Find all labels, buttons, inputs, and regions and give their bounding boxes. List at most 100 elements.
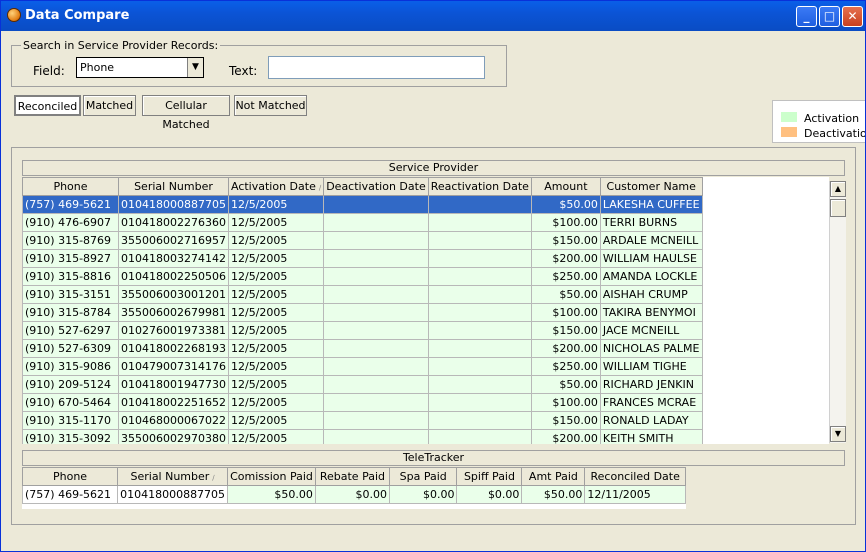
service_provider-cell[interactable]: AISHAH CRUMP xyxy=(599,285,703,304)
teletracker-header-5[interactable]: Spiff Paid xyxy=(456,467,523,486)
service_provider-cell[interactable]: (910) 315-9086 xyxy=(22,357,119,376)
service_provider-cell[interactable]: 12/5/2005 xyxy=(227,249,325,268)
chevron-down-icon[interactable]: ▼ xyxy=(187,58,203,77)
teletracker-grid[interactable]: Phone Serial Number ∕ Comission Paid Rebate … xyxy=(22,467,686,509)
table-row[interactable]: (910) 209-5124 010418001947730 12/5/2005 $5… xyxy=(22,375,703,394)
service_provider-cell[interactable] xyxy=(323,429,429,444)
service_provider-cell[interactable]: 12/5/2005 xyxy=(227,213,325,232)
service_provider-header-3[interactable]: Deactivation Date xyxy=(323,177,429,196)
service_provider-cell[interactable]: 010418000887705 xyxy=(118,195,229,214)
teletracker-cell[interactable]: 12/11/2005 xyxy=(584,485,686,504)
service_provider-cell[interactable] xyxy=(427,285,532,304)
service_provider-cell[interactable]: $100.00 xyxy=(530,303,601,322)
service_provider-cell[interactable] xyxy=(323,375,429,394)
table-row[interactable]: (910) 476-6907 010418002276360 12/5/2005 $1… xyxy=(22,213,703,232)
service_provider-cell[interactable] xyxy=(427,339,532,358)
service_provider-cell[interactable]: (910) 527-6297 xyxy=(22,321,119,340)
table-row[interactable]: (910) 315-8769 355006002716957 12/5/2005 $1… xyxy=(22,231,703,250)
teletracker-cell[interactable]: $0.00 xyxy=(388,485,458,504)
table-row[interactable]: (910) 527-6309 010418002268193 12/5/2005 $2… xyxy=(22,339,703,358)
service_provider-cell[interactable] xyxy=(427,267,532,286)
service_provider-cell[interactable] xyxy=(323,249,429,268)
service_provider-cell[interactable]: (910) 315-3092 xyxy=(22,429,119,444)
service_provider-cell[interactable]: (910) 476-6907 xyxy=(22,213,119,232)
service_provider-cell[interactable]: TERRI BURNS xyxy=(599,213,703,232)
service_provider-cell[interactable]: (910) 315-3151 xyxy=(22,285,119,304)
service_provider-cell[interactable] xyxy=(323,213,429,232)
service_provider-cell[interactable]: 010418003274142 xyxy=(118,249,229,268)
service_provider-cell[interactable]: 010276001973381 xyxy=(118,321,229,340)
service_provider-header-2[interactable]: Activation Date ∕ xyxy=(227,177,325,196)
scrollbar-thumb[interactable] xyxy=(830,199,846,217)
maximize-button[interactable]: □ xyxy=(819,6,840,27)
service_provider-cell[interactable] xyxy=(427,213,532,232)
service_provider-cell[interactable] xyxy=(323,195,429,214)
service_provider-cell[interactable]: 010479007314176 xyxy=(118,357,229,376)
teletracker-header-0[interactable]: Phone xyxy=(22,467,119,486)
service_provider-cell[interactable]: 010418002276360 xyxy=(118,213,229,232)
table-row[interactable]: (757) 469-5621 010418000887705 $50.00 $0.00… xyxy=(22,485,686,504)
service_provider-cell[interactable]: (910) 315-8769 xyxy=(22,231,119,250)
service_provider-cell[interactable]: $200.00 xyxy=(530,429,601,444)
service_provider-header-6[interactable]: Customer Name xyxy=(599,177,703,196)
service_provider-header-5[interactable]: Amount xyxy=(530,177,601,196)
service_provider-cell[interactable]: 12/5/2005 xyxy=(227,195,325,214)
service_provider-cell[interactable]: $200.00 xyxy=(530,339,601,358)
table-row[interactable]: (910) 670-5464 010418002251652 12/5/2005 $1… xyxy=(22,393,703,412)
service_provider-cell[interactable]: TAKIRA BENYMOI xyxy=(599,303,703,322)
service_provider-header-0[interactable]: Phone xyxy=(22,177,119,196)
service_provider-cell[interactable] xyxy=(323,303,429,322)
table-row[interactable]: (910) 315-8784 355006002679981 12/5/2005 $1… xyxy=(22,303,703,322)
service_provider-cell[interactable]: (910) 209-5124 xyxy=(22,375,119,394)
tab-cellular-matched[interactable]: Cellular Matched xyxy=(142,95,230,131)
service_provider-cell[interactable]: 010418002251652 xyxy=(118,393,229,412)
teletracker-header-7[interactable]: Reconciled Date xyxy=(584,467,686,486)
service_provider-cell[interactable]: 12/5/2005 xyxy=(227,267,325,286)
service_provider-cell[interactable]: 12/5/2005 xyxy=(227,393,325,412)
service_provider-cell[interactable] xyxy=(323,285,429,304)
service_provider-cell[interactable]: $150.00 xyxy=(530,231,601,250)
teletracker-header-2[interactable]: Comission Paid xyxy=(227,467,316,486)
teletracker-header-3[interactable]: Rebate Paid xyxy=(314,467,390,486)
teletracker-header-4[interactable]: Spa Paid xyxy=(388,467,458,486)
service_provider-cell[interactable]: (910) 315-8927 xyxy=(22,249,119,268)
service_provider-cell[interactable]: 12/5/2005 xyxy=(227,321,325,340)
service_provider-cell[interactable]: 010418001947730 xyxy=(118,375,229,394)
service_provider-cell[interactable]: $150.00 xyxy=(530,321,601,340)
scroll-down-icon[interactable]: ▼ xyxy=(830,426,846,442)
service_provider-cell[interactable]: (910) 315-8784 xyxy=(22,303,119,322)
service_provider-cell[interactable] xyxy=(323,231,429,250)
service_provider-cell[interactable]: RICHARD JENKIN xyxy=(599,375,703,394)
teletracker-cell[interactable]: $50.00 xyxy=(521,485,586,504)
service_provider-cell[interactable] xyxy=(427,393,532,412)
service_provider-cell[interactable] xyxy=(427,195,532,214)
table-row[interactable]: (910) 315-9086 010479007314176 12/5/2005 $2… xyxy=(22,357,703,376)
teletracker-header-6[interactable]: Amt Paid xyxy=(521,467,586,486)
service_provider-cell[interactable] xyxy=(427,249,532,268)
service_provider-cell[interactable]: (757) 469-5621 xyxy=(22,195,119,214)
service_provider-cell[interactable]: (910) 315-8816 xyxy=(22,267,119,286)
table-row[interactable]: (910) 315-1170 010468000067022 12/5/2005 $1… xyxy=(22,411,703,430)
table-row[interactable]: (910) 315-8927 010418003274142 12/5/2005 $2… xyxy=(22,249,703,268)
service_provider-cell[interactable]: KEITH SMITH xyxy=(599,429,703,444)
teletracker-cell[interactable]: 010418000887705 xyxy=(117,485,229,504)
field-select[interactable]: Phone ▼ xyxy=(76,57,204,78)
service_provider-header-4[interactable]: Reactivation Date xyxy=(427,177,532,196)
table-row[interactable]: (757) 469-5621 010418000887705 12/5/2005 $5… xyxy=(22,195,703,214)
scroll-up-icon[interactable]: ▲ xyxy=(830,181,846,197)
service_provider-cell[interactable]: 12/5/2005 xyxy=(227,339,325,358)
service_provider-cell[interactable]: 12/5/2005 xyxy=(227,411,325,430)
tab-matched[interactable]: Matched xyxy=(83,95,136,116)
minimize-button[interactable]: _ xyxy=(796,6,817,27)
service_provider-cell[interactable]: $100.00 xyxy=(530,213,601,232)
service_provider-cell[interactable] xyxy=(323,411,429,430)
service_provider-cell[interactable]: WILLIAM TIGHE xyxy=(599,357,703,376)
service_provider-cell[interactable]: NICHOLAS PALME xyxy=(599,339,703,358)
service_provider-cell[interactable]: 12/5/2005 xyxy=(227,231,325,250)
service_provider-cell[interactable]: (910) 670-5464 xyxy=(22,393,119,412)
service-provider-scrollbar[interactable]: ▲ ▼ xyxy=(829,181,846,443)
teletracker-cell[interactable]: $50.00 xyxy=(227,485,316,504)
table-row[interactable]: (910) 527-6297 010276001973381 12/5/2005 $1… xyxy=(22,321,703,340)
service_provider-cell[interactable]: 12/5/2005 xyxy=(227,429,325,444)
service_provider-cell[interactable]: 355006002679981 xyxy=(118,303,229,322)
